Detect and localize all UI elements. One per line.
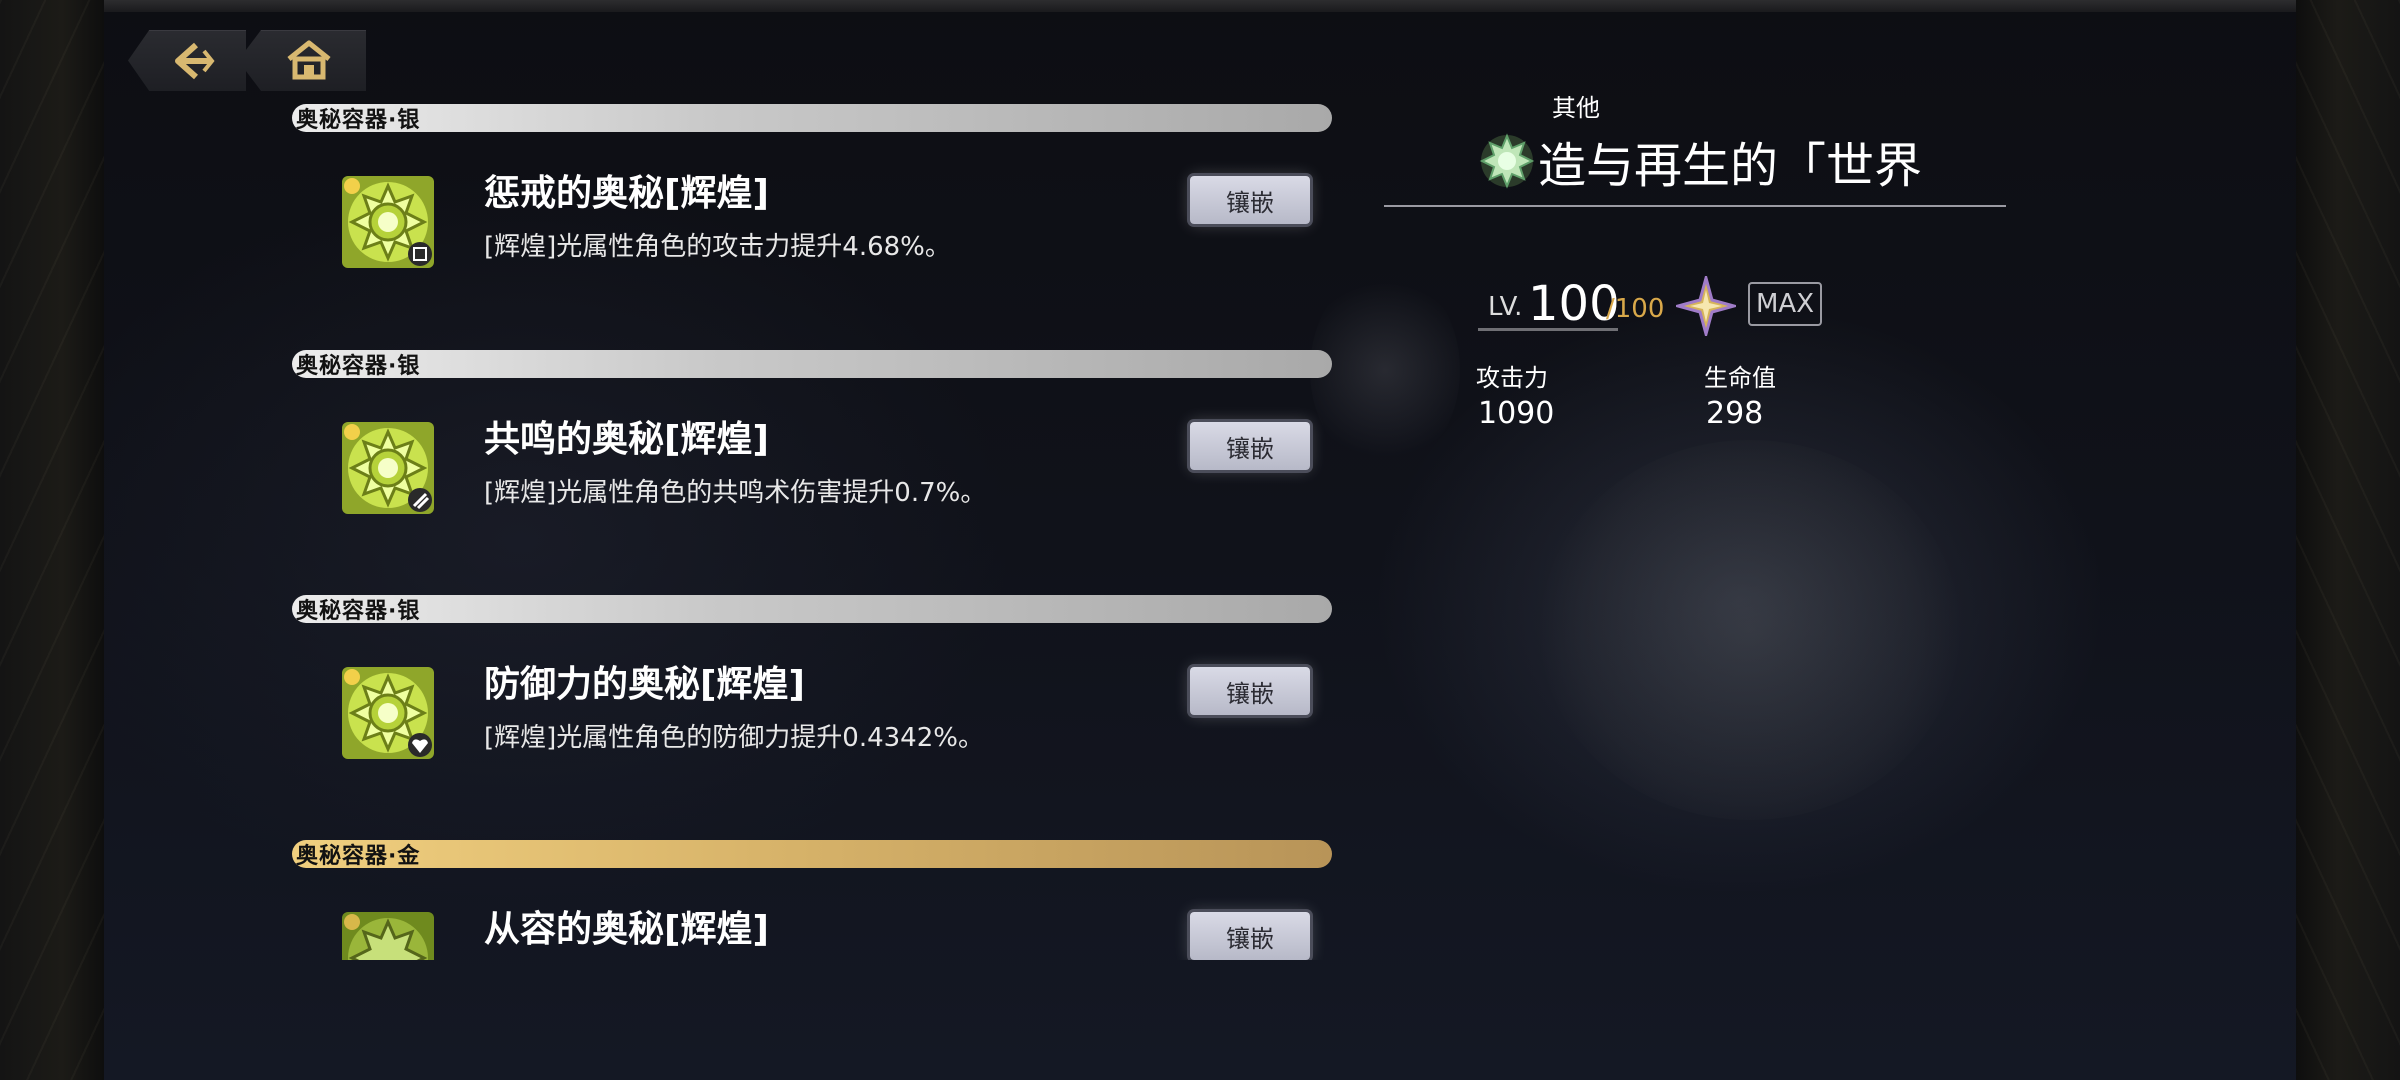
rarity-label: 奥秘容器·银 — [296, 108, 421, 133]
top-strip — [104, 0, 2296, 12]
arcana-icon — [342, 912, 434, 960]
rarity-bar: 奥秘容器·银 — [292, 104, 1332, 133]
stat-value-attack: 1090 — [1478, 396, 1555, 431]
detail-title: 造与再生的「世界 — [1538, 138, 1923, 194]
inlay-button[interactable]: 镶嵌 — [1190, 422, 1310, 470]
arcana-list[interactable]: 奥秘容器·银 惩戒的奥秘[辉煌] [辉煌]光属性角色的攻击力提升4.68%。 镶… — [292, 104, 1332, 960]
back-button[interactable] — [128, 30, 246, 91]
gear-icon — [1478, 132, 1536, 190]
sun-gear-icon — [342, 422, 434, 514]
back-arrow-icon — [175, 42, 215, 80]
level-row: LV. 100 /100 MAX — [1478, 272, 1918, 336]
arcana-icon — [342, 667, 434, 759]
item-title: 防御力的奥秘[辉煌] — [484, 664, 805, 705]
sun-gear-icon — [342, 176, 434, 268]
list-item: 奥秘容器·银 共鸣的奥秘[辉煌] [辉煌]光属性角色的共鸣术伤害提升0.7%。 … — [292, 350, 1332, 596]
left-frame-border — [0, 0, 104, 1080]
item-description: [辉煌]光属性角色的共鸣术伤害提升0.7%。 — [484, 478, 987, 508]
detail-title-row: 造与再生的「世界 — [1478, 126, 1922, 196]
level-max: /100 — [1606, 294, 1665, 324]
list-item: 奥秘容器·银 防御力的奥秘[辉煌] [辉煌]光属性角色的防御力提升0.4342%… — [292, 595, 1332, 841]
sun-gear-icon — [342, 912, 434, 960]
detail-category: 其他 — [1552, 94, 1600, 122]
list-item: 奥秘容器·银 惩戒的奥秘[辉煌] [辉煌]光属性角色的攻击力提升4.68%。 镶… — [292, 104, 1332, 350]
max-badge: MAX — [1748, 282, 1822, 326]
moon-glow — [1540, 440, 1960, 820]
home-icon — [287, 40, 331, 80]
rarity-label: 奥秘容器·金 — [296, 844, 421, 869]
rarity-label: 奥秘容器·银 — [296, 599, 421, 624]
rarity-bar: 奥秘容器·银 — [292, 595, 1332, 624]
sun-gear-icon — [342, 667, 434, 759]
star-icon — [1676, 276, 1736, 336]
inlay-button[interactable]: 镶嵌 — [1190, 667, 1310, 715]
rarity-bar: 奥秘容器·银 — [292, 350, 1332, 379]
divider — [1384, 205, 2006, 207]
list-item: 奥秘容器·金 从容的奥秘[辉煌] 镶嵌 — [292, 840, 1332, 960]
arcana-icon — [342, 422, 434, 514]
stat-label-attack: 攻击力 — [1476, 364, 1548, 392]
inlay-button[interactable]: 镶嵌 — [1190, 912, 1310, 960]
item-description: [辉煌]光属性角色的防御力提升0.4342%。 — [484, 723, 984, 753]
level-prefix: LV. — [1488, 292, 1523, 322]
item-title: 从容的奥秘[辉煌] — [484, 909, 769, 950]
rarity-label: 奥秘容器·银 — [296, 354, 421, 379]
item-description: [辉煌]光属性角色的攻击力提升4.68%。 — [484, 232, 951, 262]
moon-glow-small — [1310, 270, 1460, 470]
item-title: 惩戒的奥秘[辉煌] — [484, 173, 769, 214]
stat-value-hp: 298 — [1706, 396, 1764, 431]
level-underline — [1478, 328, 1618, 331]
inlay-button[interactable]: 镶嵌 — [1190, 176, 1310, 224]
item-title: 共鸣的奥秘[辉煌] — [484, 419, 769, 460]
right-frame-border — [2296, 0, 2400, 1080]
home-button[interactable] — [238, 30, 366, 91]
rarity-bar: 奥秘容器·金 — [292, 840, 1332, 869]
arcana-icon — [342, 176, 434, 268]
stat-label-hp: 生命值 — [1704, 364, 1776, 392]
